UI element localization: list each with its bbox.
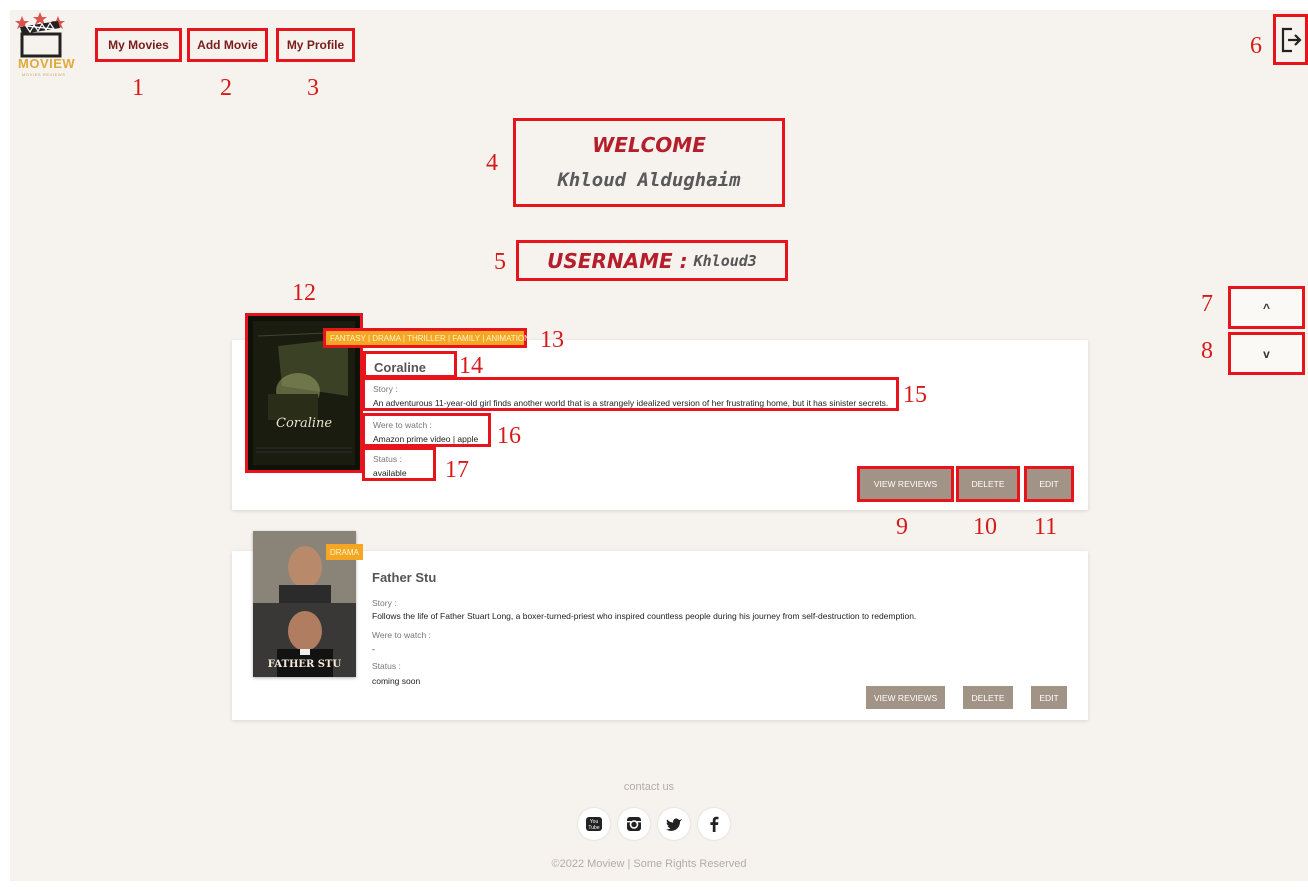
annotation-label: 13 — [540, 327, 564, 353]
username-label: USERNAME : — [547, 248, 688, 273]
story-label: Story : — [372, 598, 397, 608]
edit-button[interactable]: EDIT — [1024, 466, 1074, 502]
delete-button[interactable]: DELETE — [956, 466, 1020, 502]
poster-title-text: Coraline — [276, 416, 333, 431]
youtube-link[interactable]: You Tube — [578, 808, 610, 840]
nav-my-profile[interactable]: My Profile — [276, 28, 355, 62]
username-display: USERNAME : Khloud3 — [516, 240, 788, 281]
status-value: coming soon — [372, 676, 421, 686]
annotation-label: 15 — [903, 382, 927, 408]
where-to-watch-label: Were to watch : — [373, 420, 432, 430]
annotation-label: 7 — [1201, 291, 1213, 317]
where-to-watch-section: Were to watch : Amazon prime video | app… — [362, 413, 491, 447]
where-to-watch-label: Were to watch : — [372, 630, 431, 640]
facebook-link[interactable] — [698, 808, 730, 840]
svg-text:Tube: Tube — [588, 825, 599, 831]
edit-button[interactable]: EDIT — [1031, 686, 1067, 709]
logout-button[interactable] — [1273, 14, 1308, 65]
instagram-icon — [627, 817, 641, 831]
view-reviews-button[interactable]: VIEW REVIEWS — [866, 686, 945, 709]
story-label: Story : — [373, 384, 398, 394]
annotation-label: 3 — [307, 75, 319, 101]
username-value: Khloud3 — [693, 251, 757, 270]
copyright-text: ©2022 Moview | Some Rights Reserved — [551, 858, 747, 870]
moview-logo[interactable]: MOVIEW MOVIES REVIEWS — [12, 12, 88, 84]
status-section: Status : available — [362, 447, 436, 481]
logo-tagline: MOVIES REVIEWS — [22, 72, 66, 77]
nav-my-movies[interactable]: My Movies — [95, 28, 182, 62]
annotation-label: 2 — [220, 75, 232, 101]
story-text: Follows the life of Father Stuart Long, … — [372, 611, 917, 621]
annotation-label: 4 — [486, 150, 498, 176]
view-reviews-button[interactable]: VIEW REVIEWS — [857, 466, 954, 502]
instagram-link[interactable] — [618, 808, 650, 840]
movie-title: Father Stu — [372, 570, 437, 585]
twitter-link[interactable] — [658, 808, 690, 840]
annotation-label: 5 — [494, 249, 506, 275]
annotation-label: 17 — [445, 457, 469, 483]
annotation-label: 10 — [973, 514, 997, 540]
genre-tags: DRAMA — [326, 544, 363, 560]
welcome-panel: WELCOME Khloud Aldughaim — [513, 118, 785, 207]
clapperboard-icon — [15, 12, 65, 58]
welcome-heading: WELCOME — [592, 133, 706, 157]
poster-title-text: FATHER STU — [267, 659, 342, 670]
scroll-up-button[interactable]: ^ — [1228, 286, 1305, 329]
status-value: available — [373, 468, 407, 478]
story-text: An adventurous 11-year-old girl finds an… — [373, 398, 889, 408]
story-section: Story : An adventurous 11-year-old girl … — [362, 377, 899, 411]
facebook-icon — [710, 816, 719, 832]
annotation-label: 11 — [1034, 514, 1058, 540]
where-to-watch-value: - — [372, 644, 375, 654]
annotation-label: 12 — [292, 280, 316, 306]
nav-add-movie[interactable]: Add Movie — [187, 28, 268, 62]
annotation-label: 9 — [896, 514, 908, 540]
genre-tags: FANTASY | DRAMA | THRILLER | FAMILY | AN… — [323, 328, 530, 348]
annotation-label: 6 — [1250, 33, 1262, 59]
page: MOVIEW MOVIES REVIEWS My Movies Add Movi… — [0, 0, 1308, 891]
logo-wordmark: MOVIEW — [18, 56, 76, 71]
annotation-label: 1 — [132, 75, 144, 101]
contact-us-heading: contact us — [623, 781, 675, 793]
social-links: You Tube — [578, 808, 730, 840]
youtube-icon: You Tube — [586, 817, 602, 831]
movie-title: Coraline — [363, 351, 457, 378]
logout-icon — [1281, 27, 1302, 52]
user-full-name: Khloud Aldughaim — [557, 169, 741, 191]
delete-button[interactable]: DELETE — [963, 686, 1013, 709]
scroll-down-button[interactable]: v — [1228, 332, 1305, 375]
status-label: Status : — [373, 454, 402, 464]
twitter-icon — [666, 818, 682, 831]
where-to-watch-value: Amazon prime video | apple — [373, 434, 479, 444]
status-label: Status : — [372, 661, 401, 671]
annotation-label: 16 — [497, 423, 521, 449]
annotation-label: 14 — [459, 353, 483, 379]
movie-card — [232, 551, 1088, 720]
annotation-label: 8 — [1201, 338, 1213, 364]
